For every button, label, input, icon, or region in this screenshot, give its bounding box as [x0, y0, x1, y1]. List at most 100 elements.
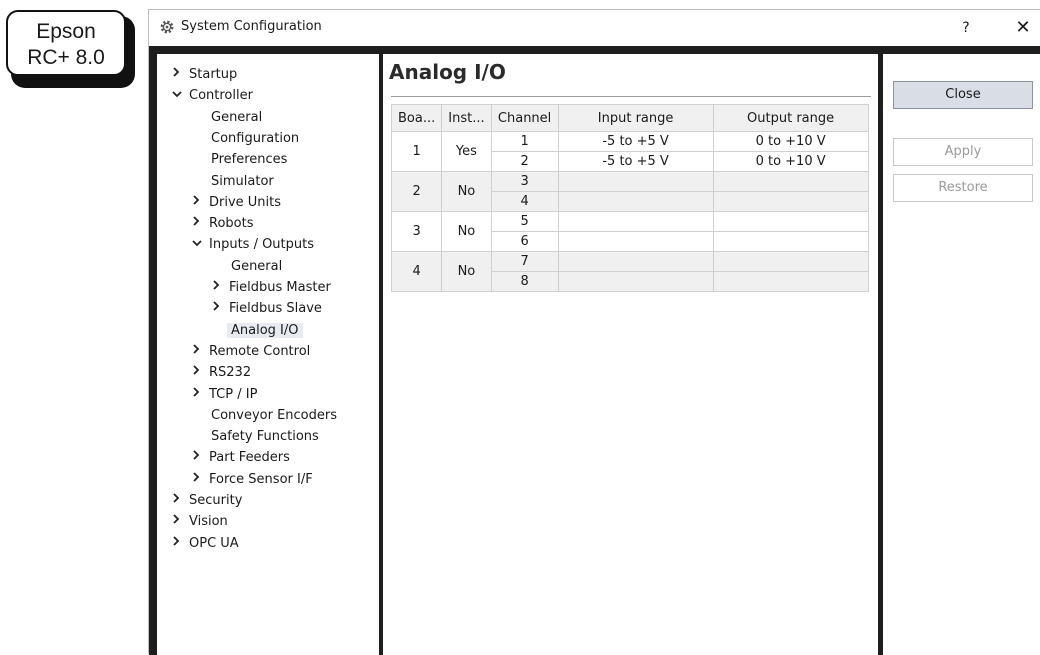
input-range-cell[interactable] [557, 271, 714, 292]
restore-button[interactable]: Restore [893, 174, 1033, 202]
table-header-row: Boa... Inst... Channel Input range Outpu… [390, 104, 869, 132]
chevron-down-icon[interactable] [191, 234, 209, 255]
page-title: Analog I/O [389, 60, 506, 84]
board-cell: 4 [390, 251, 443, 292]
channel-cell: 7 [490, 251, 559, 272]
channel-cell: 8 [490, 271, 559, 292]
input-range-cell[interactable] [557, 231, 714, 252]
tree-item-label: Security [189, 493, 243, 508]
close-button[interactable]: Close [893, 81, 1033, 109]
chevron-right-icon[interactable] [211, 277, 229, 298]
column-header-output-range[interactable]: Output range [712, 104, 869, 132]
gear-icon [160, 20, 174, 34]
chevron-right-icon[interactable] [191, 341, 209, 362]
installed-cell: No [441, 211, 492, 252]
tree-item-label: Fieldbus Master [229, 280, 331, 295]
chevron-right-icon[interactable] [171, 511, 189, 532]
column-header-board[interactable]: Boa... [390, 104, 443, 132]
tree-item[interactable]: Configuration [211, 128, 299, 149]
chevron-right-icon[interactable] [171, 533, 189, 554]
column-header-installed[interactable]: Inst... [441, 104, 492, 132]
output-range-cell[interactable] [712, 251, 869, 272]
badge-line-2: RC+ 8.0 [27, 46, 105, 69]
tree-item[interactable]: Force Sensor I/F [191, 469, 313, 490]
tree-item[interactable]: Security [171, 490, 242, 511]
tree-item-label: Part Feeders [209, 450, 290, 466]
chevron-right-icon[interactable] [191, 192, 209, 213]
output-range-cell[interactable]: 0 to +10 V [712, 151, 869, 172]
tree-item[interactable]: Analog I/O [227, 320, 303, 341]
tree-item-label: OPC UA [189, 535, 239, 551]
tree-item[interactable]: Controller [171, 85, 253, 106]
tree-item[interactable]: Simulator [211, 171, 274, 192]
tree-item[interactable]: Part Feeders [191, 447, 290, 468]
tree-item-label: General [231, 258, 283, 274]
tree-item-label: General [211, 109, 263, 125]
tree-item[interactable]: Fieldbus Slave [211, 298, 322, 319]
output-range-cell[interactable] [712, 211, 869, 232]
output-range-cell[interactable]: 0 to +10 V [712, 131, 869, 152]
tree-item-label: Conveyor Encoders [211, 407, 338, 423]
output-range-cell[interactable] [712, 171, 869, 192]
chevron-right-icon[interactable] [191, 362, 209, 383]
tree-item-label: Force Sensor I/F [209, 471, 313, 487]
board-cell: 3 [390, 211, 443, 252]
channel-cell: 4 [490, 191, 559, 212]
tree-item[interactable]: Remote Control [191, 341, 310, 362]
column-header-channel[interactable]: Channel [490, 104, 559, 132]
tree-item[interactable]: Startup [171, 64, 237, 85]
help-button[interactable]: ? [953, 16, 979, 40]
tree-item-label: Controller [189, 88, 253, 104]
chevron-right-icon[interactable] [171, 64, 189, 85]
tree-item-label: Analog I/O [227, 322, 303, 338]
apply-button[interactable]: Apply [893, 138, 1033, 166]
chevron-right-icon[interactable] [191, 213, 209, 234]
tree-item[interactable]: Fieldbus Master [211, 277, 331, 298]
channel-cell: 5 [490, 211, 559, 232]
tree-item-label: Inputs / Outputs [209, 237, 315, 253]
dialog-body: Startup Controller General Configuration Pre… [149, 46, 1040, 655]
button-panel: Close Apply Restore [883, 54, 1040, 655]
channel-cell: 6 [490, 231, 559, 252]
tree-item[interactable]: General [211, 107, 262, 128]
output-range-cell[interactable] [712, 191, 869, 212]
tree-item[interactable]: RS232 [191, 362, 251, 383]
column-header-input-range[interactable]: Input range [557, 104, 714, 132]
table-row[interactable]: 3 No 5 [390, 211, 869, 252]
tree-item[interactable]: TCP / IP [191, 384, 257, 405]
installed-cell: No [441, 251, 492, 292]
tree-item[interactable]: Vision [171, 511, 228, 532]
tree-item[interactable]: Conveyor Encoders [211, 405, 337, 426]
tree-item[interactable]: Drive Units [191, 192, 281, 213]
tree-item[interactable]: OPC UA [171, 533, 239, 554]
input-range-cell[interactable] [557, 191, 714, 212]
output-range-cell[interactable] [712, 231, 869, 252]
table-row[interactable]: 1 Yes 1 -5 to +5 V0 to +10 V [390, 131, 869, 172]
tree-item-label: Fieldbus Slave [229, 301, 322, 317]
channel-cell: 3 [490, 171, 559, 192]
input-range-cell[interactable] [557, 251, 714, 272]
chevron-right-icon[interactable] [211, 298, 229, 319]
chevron-right-icon[interactable] [191, 384, 209, 405]
chevron-right-icon[interactable] [191, 447, 209, 468]
analog-io-table: Boa... Inst... Channel Input range Outpu… [390, 104, 869, 292]
tree-item[interactable]: Inputs / Outputs [191, 234, 314, 255]
input-range-cell[interactable] [557, 211, 714, 232]
chevron-right-icon[interactable] [191, 469, 209, 490]
chevron-down-icon[interactable] [171, 85, 189, 106]
input-range-cell[interactable] [557, 171, 714, 192]
input-range-cell[interactable]: -5 to +5 V [557, 151, 714, 172]
table-row[interactable]: 2 No 3 [390, 171, 869, 212]
board-cell: 1 [390, 131, 443, 172]
installed-cell: Yes [441, 131, 492, 172]
input-range-cell[interactable]: -5 to +5 V [557, 131, 714, 152]
output-range-cell[interactable] [712, 271, 869, 292]
window-close-button[interactable]: ✕ [1009, 16, 1037, 40]
chevron-right-icon[interactable] [171, 490, 189, 511]
tree-item[interactable]: Robots [191, 213, 253, 234]
tree-item[interactable]: Safety Functions [211, 426, 319, 447]
tree-item[interactable]: General [231, 256, 282, 277]
tree-item[interactable]: Preferences [211, 149, 287, 170]
table-row[interactable]: 4 No 7 [390, 251, 869, 292]
settings-tree: Startup Controller General Configuration Pre… [157, 54, 379, 655]
